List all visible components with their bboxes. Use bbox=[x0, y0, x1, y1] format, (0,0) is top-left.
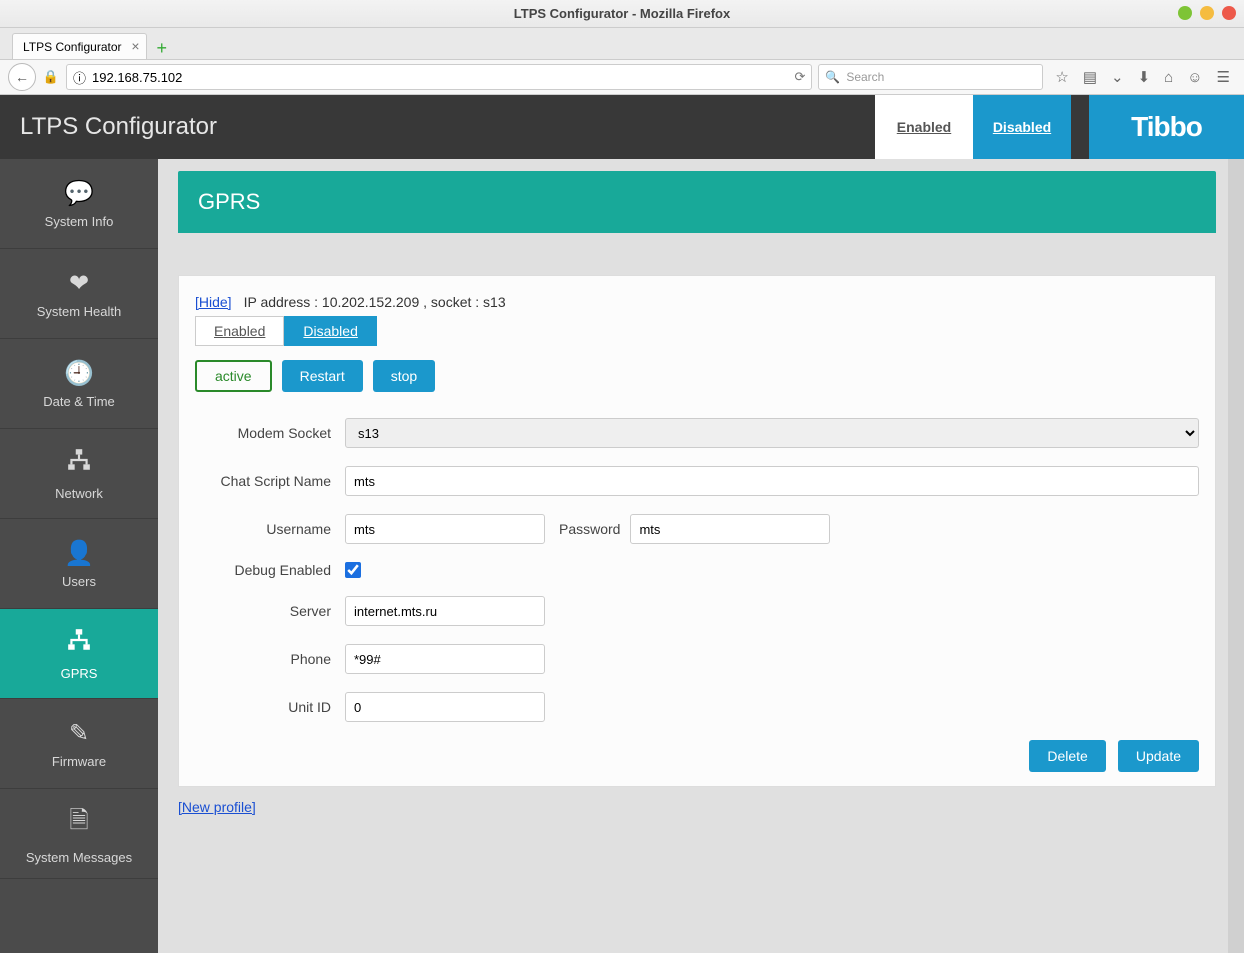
url-text: 192.168.75.102 bbox=[92, 70, 788, 85]
search-bar[interactable]: 🔍 Search bbox=[818, 64, 1043, 90]
user-icon: 👤 bbox=[64, 539, 94, 568]
health-icon: ❤ bbox=[69, 269, 89, 298]
sidebar-item-system-messages[interactable]: 🗎 System Messages bbox=[0, 789, 158, 879]
app-title: LTPS Configurator bbox=[20, 113, 217, 141]
profile-enabled-button[interactable]: Enabled bbox=[195, 316, 284, 346]
library-icon[interactable]: ▤ bbox=[1083, 68, 1097, 86]
chat-icon[interactable]: ☺ bbox=[1187, 69, 1202, 86]
debug-checkbox[interactable] bbox=[345, 562, 361, 578]
server-label: Server bbox=[195, 603, 345, 619]
browser-tab-title: LTPS Configurator bbox=[23, 40, 122, 54]
page-title: GPRS bbox=[178, 171, 1216, 233]
chat-script-label: Chat Script Name bbox=[195, 473, 345, 489]
search-icon: 🔍 bbox=[825, 70, 840, 84]
global-enabled-button[interactable]: Enabled bbox=[875, 95, 973, 159]
toolbar-icons: ☆ ▤ ⌄ ⬇ ⌂ ☺ ☰ bbox=[1049, 68, 1236, 86]
restart-button[interactable]: Restart bbox=[282, 360, 363, 392]
sidebar-item-system-info[interactable]: 💬 System Info bbox=[0, 159, 158, 249]
minimize-button[interactable] bbox=[1178, 6, 1192, 20]
bookmark-star-icon[interactable]: ☆ bbox=[1055, 68, 1068, 86]
sidebar-item-label: Users bbox=[62, 574, 96, 589]
sidebar-item-users[interactable]: 👤 Users bbox=[0, 519, 158, 609]
new-profile-link[interactable]: [New profile] bbox=[178, 799, 256, 815]
network-icon bbox=[66, 447, 92, 480]
gprs-card: [Hide] IP address : 10.202.152.209 , soc… bbox=[178, 275, 1216, 787]
unit-id-label: Unit ID bbox=[195, 699, 345, 715]
phone-input[interactable] bbox=[345, 644, 545, 674]
status-text: IP address : 10.202.152.209 , socket : s… bbox=[244, 294, 506, 310]
chat-script-input[interactable] bbox=[345, 466, 1199, 496]
password-input[interactable] bbox=[630, 514, 830, 544]
sidebar-item-label: Firmware bbox=[52, 754, 106, 769]
gprs-icon bbox=[66, 627, 92, 660]
address-bar[interactable]: ⓘ 192.168.75.102 ⟳ bbox=[66, 64, 812, 90]
sidebar-item-gprs[interactable]: GPRS bbox=[0, 609, 158, 699]
sidebar-item-label: Date & Time bbox=[43, 394, 115, 409]
global-disabled-button[interactable]: Disabled bbox=[973, 95, 1071, 159]
modem-socket-select[interactable]: s13 bbox=[345, 418, 1199, 448]
debug-label: Debug Enabled bbox=[195, 562, 345, 578]
sidebar-item-system-health[interactable]: ❤ System Health bbox=[0, 249, 158, 339]
server-input[interactable] bbox=[345, 596, 545, 626]
downloads-icon[interactable]: ⬇ bbox=[1138, 68, 1151, 86]
state-badge: active bbox=[195, 360, 272, 392]
info-icon: 💬 bbox=[64, 179, 94, 208]
sidebar-item-network[interactable]: Network bbox=[0, 429, 158, 519]
brand-logo: Tibbo bbox=[1089, 95, 1244, 159]
phone-label: Phone bbox=[195, 651, 345, 667]
main-content: GPRS [Hide] IP address : 10.202.152.209 … bbox=[158, 159, 1228, 953]
menu-icon[interactable]: ☰ bbox=[1217, 68, 1230, 86]
unit-id-input[interactable] bbox=[345, 692, 545, 722]
sidebar-item-label: System Info bbox=[45, 214, 114, 229]
window-title: LTPS Configurator - Mozilla Firefox bbox=[514, 6, 730, 21]
username-input[interactable] bbox=[345, 514, 545, 544]
sidebar-item-label: Network bbox=[55, 486, 103, 501]
main-scrollbar[interactable] bbox=[1228, 159, 1244, 953]
password-label: Password bbox=[559, 521, 620, 537]
window-titlebar: LTPS Configurator - Mozilla Firefox bbox=[0, 0, 1244, 28]
stop-button[interactable]: stop bbox=[373, 360, 435, 392]
sidebar-item-label: System Health bbox=[37, 304, 122, 319]
browser-tab[interactable]: LTPS Configurator × bbox=[12, 33, 147, 59]
hide-link[interactable]: [Hide] bbox=[195, 294, 232, 310]
messages-icon: 🗎 bbox=[69, 803, 88, 844]
search-placeholder: Search bbox=[846, 70, 884, 84]
firmware-icon: ✎ bbox=[69, 719, 89, 748]
update-button[interactable]: Update bbox=[1118, 740, 1199, 772]
sidebar-item-label: GPRS bbox=[61, 666, 98, 681]
sidebar: 💬 System Info ❤ System Health 🕘 Date & T… bbox=[0, 159, 158, 953]
reload-icon[interactable]: ⟳ bbox=[794, 69, 805, 85]
home-icon[interactable]: ⌂ bbox=[1164, 69, 1173, 86]
pocket-icon[interactable]: ⌄ bbox=[1111, 68, 1124, 86]
browser-toolbar: ← 🔒 ⓘ 192.168.75.102 ⟳ 🔍 Search ☆ ▤ ⌄ ⬇ … bbox=[0, 60, 1244, 95]
close-window-button[interactable] bbox=[1222, 6, 1236, 20]
back-button[interactable]: ← bbox=[8, 63, 36, 91]
site-identity-icon[interactable]: 🔒 bbox=[42, 68, 60, 86]
browser-tabstrip: LTPS Configurator × + bbox=[0, 28, 1244, 60]
window-controls bbox=[1178, 6, 1236, 20]
sidebar-item-firmware[interactable]: ✎ Firmware bbox=[0, 699, 158, 789]
new-tab-button[interactable]: + bbox=[153, 38, 172, 59]
sidebar-item-label: System Messages bbox=[26, 850, 132, 865]
username-label: Username bbox=[195, 521, 345, 537]
close-tab-icon[interactable]: × bbox=[131, 38, 139, 54]
delete-button[interactable]: Delete bbox=[1029, 740, 1105, 772]
clock-icon: 🕘 bbox=[64, 359, 94, 388]
profile-disabled-button[interactable]: Disabled bbox=[284, 316, 376, 346]
info-icon: ⓘ bbox=[73, 68, 86, 87]
sidebar-item-date-time[interactable]: 🕘 Date & Time bbox=[0, 339, 158, 429]
maximize-button[interactable] bbox=[1200, 6, 1214, 20]
modem-socket-label: Modem Socket bbox=[195, 425, 345, 441]
app-header: LTPS Configurator Enabled Disabled Tibbo bbox=[0, 95, 1244, 159]
global-toggle: Enabled Disabled bbox=[875, 95, 1071, 159]
